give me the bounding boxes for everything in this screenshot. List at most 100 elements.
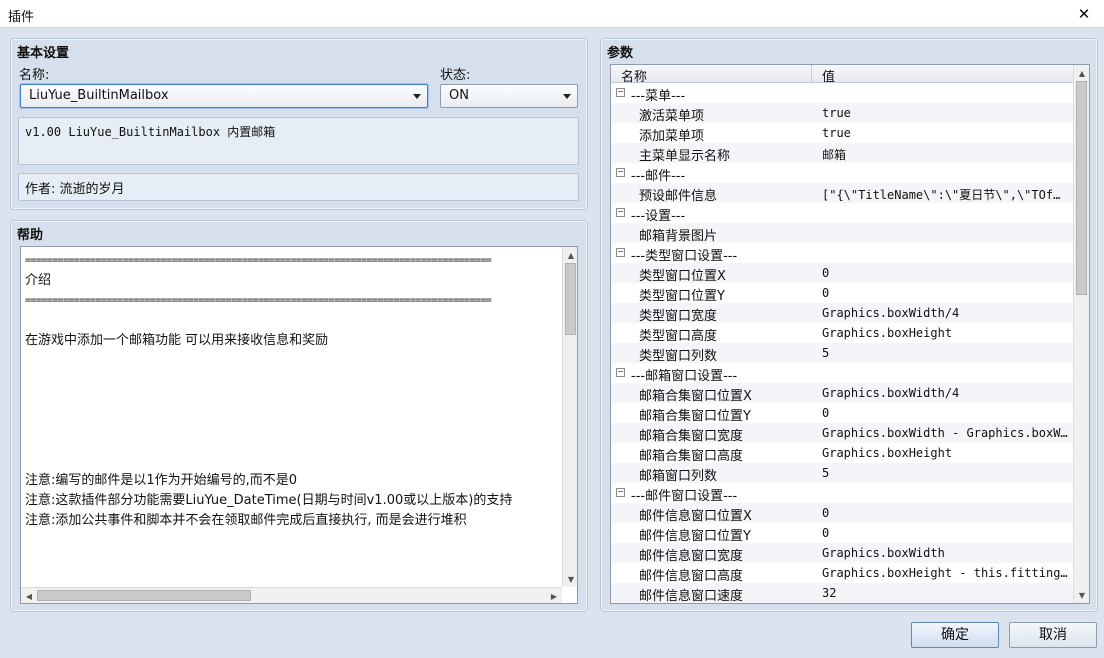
param-row[interactable]: 激活菜单项 true	[611, 103, 1073, 124]
collapse-icon[interactable]: −	[616, 88, 625, 97]
param-value: Graphics.boxWidth	[822, 546, 945, 560]
param-row[interactable]: 类型窗口高度 Graphics.boxHeight	[611, 323, 1073, 344]
param-name: 邮件信息窗口宽度	[639, 549, 744, 564]
help-line: 介绍	[25, 273, 52, 288]
cancel-button[interactable]: 取消	[1009, 622, 1097, 648]
help-textarea[interactable]: ========================================…	[20, 246, 578, 604]
param-row[interactable]: 添加菜单项 true	[611, 123, 1073, 144]
help-title: 帮助	[17, 228, 44, 243]
status-select[interactable]: ON	[440, 84, 578, 108]
param-row[interactable]: 主菜单显示名称 邮箱	[611, 143, 1073, 164]
close-icon: ✕	[1077, 5, 1091, 23]
param-row[interactable]: 邮件信息窗口位置Y 0	[611, 523, 1073, 544]
plugin-author: 作者: 流逝的岁月	[18, 173, 579, 201]
scroll-thumb[interactable]	[1076, 81, 1087, 295]
param-name: 邮箱背景图片	[639, 229, 718, 244]
param-value: ["{\"TitleName\":\"夏日节\",\"TOf…	[822, 188, 1061, 202]
plugin-name-select[interactable]: LiuYue_BuiltinMailbox	[20, 84, 428, 108]
param-category-row[interactable]: − ---邮件---	[611, 163, 1073, 184]
column-header-value[interactable]: 值	[811, 65, 1073, 85]
collapse-icon[interactable]: −	[616, 208, 625, 217]
param-row[interactable]: 预设邮件信息 ["{\"TitleName\":\"夏日节\",\"TOf…	[611, 183, 1073, 204]
param-value: Graphics.boxHeight	[822, 446, 953, 460]
param-name: 添加菜单项	[639, 129, 705, 144]
help-line	[25, 451, 558, 471]
help-line	[25, 391, 558, 411]
param-row[interactable]: 邮箱窗口列数 5	[611, 463, 1073, 484]
param-value: 0	[822, 406, 830, 420]
param-name: 邮件信息窗口位置Y	[639, 529, 751, 544]
param-name: 激活菜单项	[639, 109, 705, 124]
help-horizontal-scrollbar[interactable]: ◀ ▶	[21, 587, 562, 603]
scroll-down-icon[interactable]: ▼	[563, 571, 577, 587]
help-line: ========================================…	[25, 255, 492, 266]
param-value: Graphics.boxHeight	[822, 326, 953, 340]
param-row[interactable]: 邮件信息窗口高度 Graphics.boxHeight - this.fittin…	[611, 563, 1073, 584]
help-line	[25, 371, 558, 391]
param-name: 邮箱合集窗口宽度	[639, 429, 744, 444]
param-name: ---邮件---	[631, 169, 686, 184]
param-category-row[interactable]: − ---邮箱窗口设置---	[611, 363, 1073, 384]
help-line: 注意:编写的邮件是以1作为开始编号的,而不是0	[25, 473, 298, 488]
name-label: 名称:	[19, 68, 50, 83]
collapse-icon[interactable]: −	[616, 488, 625, 497]
scroll-left-icon[interactable]: ◀	[21, 588, 37, 603]
param-value: true	[822, 126, 851, 140]
help-content: ========================================…	[21, 247, 562, 587]
collapse-icon[interactable]: −	[616, 168, 625, 177]
param-row[interactable]: 邮箱背景图片	[611, 223, 1073, 244]
plugin-name-value: LiuYue_BuiltinMailbox	[29, 88, 169, 103]
param-category-row[interactable]: − ---菜单---	[611, 83, 1073, 104]
plugin-description: v1.00 LiuYue_BuiltinMailbox 内置邮箱	[18, 117, 579, 165]
help-line	[25, 351, 558, 371]
collapse-icon[interactable]: −	[616, 368, 625, 377]
param-name: 类型窗口位置Y	[639, 289, 725, 304]
param-category-row[interactable]: − ---邮件窗口设置---	[611, 483, 1073, 504]
param-name: 邮箱合集窗口高度	[639, 449, 744, 464]
param-value: 0	[822, 506, 830, 520]
param-category-row[interactable]: − ---设置---	[611, 203, 1073, 224]
param-name: 预设邮件信息	[639, 189, 718, 204]
param-row[interactable]: 邮箱合集窗口位置X Graphics.boxWidth/4	[611, 383, 1073, 404]
param-row[interactable]: 邮件信息窗口宽度 Graphics.boxWidth	[611, 543, 1073, 564]
status-value: ON	[449, 88, 469, 103]
scroll-up-icon[interactable]: ▲	[563, 247, 577, 263]
basic-settings-title: 基本设置	[17, 46, 70, 61]
param-name: ---设置---	[631, 209, 686, 224]
param-name: 类型窗口宽度	[639, 309, 718, 324]
param-name: ---类型窗口设置---	[631, 249, 738, 264]
param-name: 主菜单显示名称	[639, 149, 731, 164]
param-row[interactable]: 邮箱合集窗口宽度 Graphics.boxWidth - Graphics.box…	[611, 423, 1073, 444]
param-row[interactable]: 邮箱合集窗口位置Y 0	[611, 403, 1073, 424]
param-name: 邮箱窗口列数	[639, 469, 718, 484]
param-name: 邮箱合集窗口位置X	[639, 389, 752, 404]
param-row[interactable]: 邮箱合集窗口高度 Graphics.boxHeight	[611, 443, 1073, 464]
collapse-icon[interactable]: −	[616, 248, 625, 257]
param-value: 0	[822, 266, 830, 280]
params-header: 名称 值	[611, 65, 1073, 85]
window-title: 插件	[8, 10, 35, 25]
param-row[interactable]: 类型窗口位置Y 0	[611, 283, 1073, 304]
param-value: 5	[822, 346, 830, 360]
param-name: 邮件信息窗口高度	[639, 569, 744, 584]
scroll-up-icon[interactable]: ▲	[1074, 65, 1089, 81]
param-value: 0	[822, 526, 830, 540]
help-line: 注意:这款插件部分功能需要LiuYue_DateTime(日期与时间v1.00或…	[25, 493, 513, 508]
scroll-down-icon[interactable]: ▼	[1074, 587, 1089, 603]
scroll-thumb[interactable]	[565, 263, 576, 335]
help-line	[25, 411, 558, 431]
param-name: 邮件信息窗口速度	[639, 589, 744, 603]
param-value: Graphics.boxHeight - this.fittingH…	[822, 566, 1070, 580]
param-row[interactable]: 类型窗口列数 5	[611, 343, 1073, 364]
close-button[interactable]: ✕	[1064, 0, 1104, 28]
param-row[interactable]: 邮件信息窗口位置X 0	[611, 503, 1073, 524]
ok-button[interactable]: 确定	[911, 622, 999, 648]
param-row[interactable]: 邮件信息窗口速度 32	[611, 583, 1073, 603]
param-category-row[interactable]: − ---类型窗口设置---	[611, 243, 1073, 264]
param-row[interactable]: 类型窗口位置X 0	[611, 263, 1073, 284]
scroll-thumb[interactable]	[37, 590, 251, 601]
params-vertical-scrollbar[interactable]: ▲ ▼	[1073, 65, 1089, 603]
param-row[interactable]: 类型窗口宽度 Graphics.boxWidth/4	[611, 303, 1073, 324]
scroll-right-icon[interactable]: ▶	[546, 588, 562, 603]
help-vertical-scrollbar[interactable]: ▲ ▼	[562, 247, 577, 587]
